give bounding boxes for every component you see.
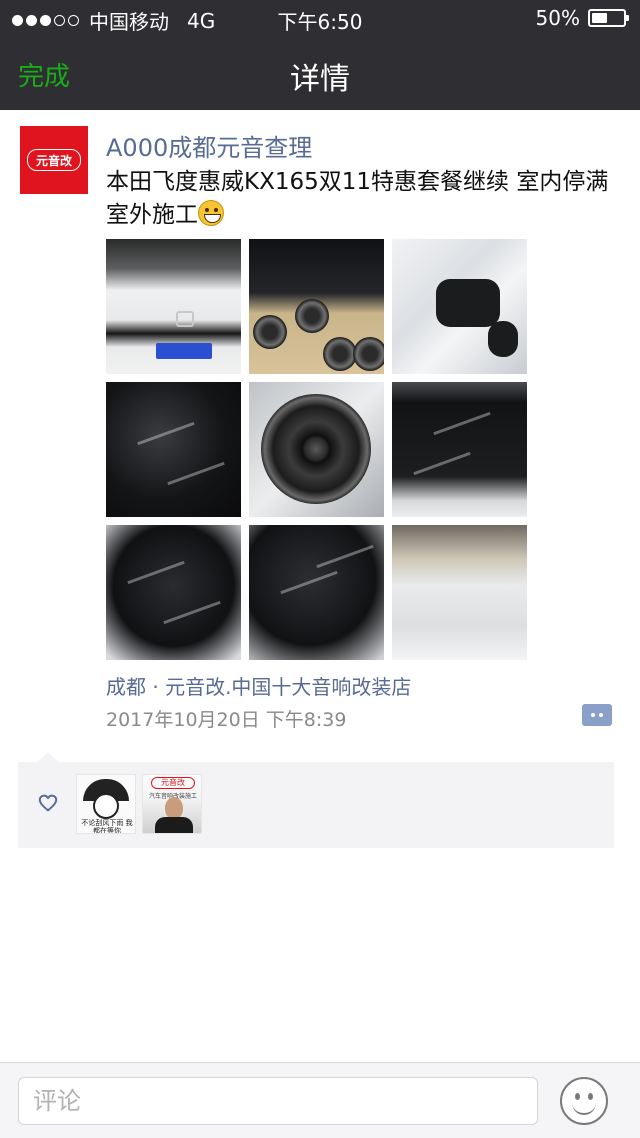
page-title: 详情 bbox=[290, 62, 350, 97]
status-bar: 中国移动 4G 下午6:50 50% bbox=[0, 0, 640, 36]
comment-input[interactable] bbox=[18, 1077, 538, 1125]
speaker-image bbox=[295, 299, 329, 333]
liker-avatar-caption: 不论刮风下雨 我都在等你 bbox=[81, 819, 133, 834]
grinning-face-emoji-icon bbox=[198, 200, 224, 226]
door-cutout bbox=[488, 321, 518, 357]
battery-fill bbox=[592, 13, 607, 23]
heart-icon bbox=[38, 794, 58, 812]
avatar-logo-text: 元音改 bbox=[27, 149, 81, 171]
battery-icon bbox=[588, 9, 629, 27]
foil-sheen bbox=[413, 451, 471, 476]
battery-percent: 50% bbox=[535, 6, 580, 30]
honda-logo-icon bbox=[176, 311, 194, 327]
comment-bar bbox=[0, 1062, 640, 1138]
liker-avatar[interactable]: 不论刮风下雨 我都在等你 bbox=[76, 774, 136, 834]
photo-door-with-deadening-mat[interactable] bbox=[106, 382, 241, 517]
photo-door-speaker-installed[interactable] bbox=[249, 382, 384, 517]
person-body bbox=[155, 817, 193, 833]
comment-more-icon[interactable] bbox=[582, 704, 612, 726]
smiley-eye bbox=[575, 1093, 580, 1100]
likes-section: 不论刮风下雨 我都在等你 元音改 汽车音响改装施工 bbox=[18, 752, 614, 848]
foil-sheen bbox=[167, 461, 225, 486]
foil-sheen bbox=[433, 411, 491, 436]
action-dot bbox=[591, 713, 595, 717]
photo-door-panel-interior[interactable] bbox=[392, 239, 527, 374]
navigation-bar: 完成 详情 bbox=[0, 36, 640, 110]
post-location[interactable]: 成都 · 元音改.中国十大音响改装店 bbox=[106, 671, 411, 700]
foil-sheen bbox=[137, 421, 195, 446]
foil-sheen bbox=[163, 600, 221, 625]
photo-sound-deadening-speakers-display[interactable] bbox=[249, 239, 384, 374]
speaker-cone bbox=[261, 394, 371, 504]
photo-door-deadening-mat-2[interactable] bbox=[249, 525, 384, 660]
door-cutout bbox=[436, 279, 500, 327]
photo-white-honda-fit-front[interactable] bbox=[106, 239, 241, 374]
license-plate bbox=[156, 343, 212, 359]
author-avatar[interactable]: 元音改 bbox=[20, 126, 88, 194]
photo-car-floor-deadening[interactable] bbox=[392, 525, 527, 660]
person-head bbox=[165, 797, 183, 819]
post-timestamp: 2017年10月20日 下午8:39 bbox=[106, 709, 347, 731]
moments-detail-screen: 中国移动 4G 下午6:50 50% 完成 详情 元音改 A000成都元音查理 … bbox=[0, 0, 640, 1138]
speaker-image bbox=[323, 337, 357, 371]
speaker-image bbox=[253, 315, 287, 349]
foil-sheen bbox=[280, 570, 338, 595]
foil-sheen bbox=[127, 560, 185, 585]
photo-grid bbox=[106, 239, 527, 660]
smiley-icon[interactable] bbox=[560, 1077, 608, 1125]
author-name[interactable]: A000成都元音查理 bbox=[106, 128, 312, 163]
status-right: 50% bbox=[535, 6, 629, 30]
foil-sheen bbox=[316, 544, 374, 569]
smiley-mouth bbox=[572, 1103, 596, 1115]
cartoon-face bbox=[93, 793, 119, 819]
action-dot bbox=[599, 713, 603, 717]
post-content: 本田飞度惠威KX165双11特惠套餐继续 室内停满室外施工 bbox=[106, 166, 616, 232]
liker-avatar-banner: 元音改 bbox=[151, 777, 195, 789]
photo-door-deadening-full[interactable] bbox=[392, 382, 527, 517]
photo-door-deadening-mat-1[interactable] bbox=[106, 525, 241, 660]
liker-avatar[interactable]: 元音改 汽车音响改装施工 bbox=[142, 774, 202, 834]
post-text: 本田飞度惠威KX165双11特惠套餐继续 室内停满室外施工 bbox=[106, 169, 609, 228]
smiley-eye bbox=[588, 1093, 593, 1100]
speaker-image bbox=[353, 337, 384, 371]
